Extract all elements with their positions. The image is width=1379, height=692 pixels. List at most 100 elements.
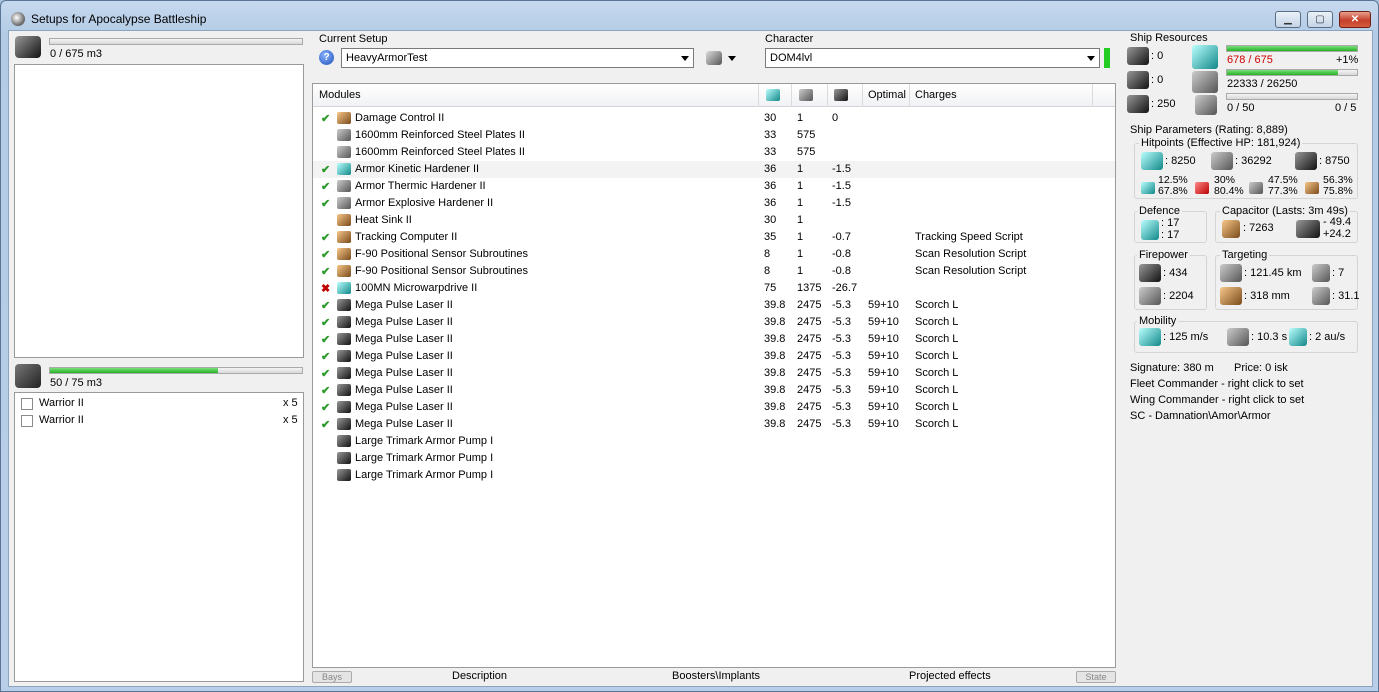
module-optimal: 59+10 (868, 316, 899, 328)
active-check-icon[interactable]: ✔ (321, 180, 330, 193)
active-check-icon[interactable]: ✔ (321, 384, 330, 397)
module-powergrid: 1 (797, 197, 804, 209)
module-row[interactable]: ✔ Mega Pulse Laser II 39.8 2475 -5.3 59+10 Sco… (313, 314, 1115, 331)
active-check-icon[interactable]: ✔ (321, 401, 330, 414)
modules-header: Modules Optimal Charges (313, 84, 1115, 107)
drone-bay-capacity: 50 / 75 m3 (50, 377, 102, 389)
wing-commander[interactable]: Wing Commander - right click to set (1130, 394, 1304, 406)
defence-group: Defence : 17 : 17 (1134, 205, 1207, 243)
module-powergrid: 575 (797, 129, 816, 141)
col-modules[interactable]: Modules (319, 89, 361, 101)
active-check-icon[interactable]: ✔ (321, 418, 330, 431)
drone-damage-icon (1139, 287, 1161, 305)
module-row[interactable]: ✔ F-90 Positional Sensor Subroutines 8 1 -0.… (313, 246, 1115, 263)
warp-speed: : 2 au/s (1289, 328, 1345, 346)
active-check-icon[interactable]: ✔ (321, 265, 330, 278)
module-cpu: 39.8 (764, 367, 786, 379)
module-capacitor: -5.3 (832, 333, 851, 345)
module-icon (337, 163, 351, 175)
em-resist: 12.5% 67.8% (1158, 175, 1188, 197)
cargo-capacity: 0 / 675 m3 (50, 48, 102, 60)
module-row[interactable]: ✔ Mega Pulse Laser II 39.8 2475 -5.3 59+10 Sco… (313, 331, 1115, 348)
col-charges[interactable]: Charges (915, 89, 957, 101)
module-row[interactable]: ✔ Armor Explosive Hardener II 36 1 -1.5 (313, 195, 1115, 212)
active-check-icon[interactable]: ✔ (321, 316, 330, 329)
module-powergrid: 1 (797, 112, 804, 124)
module-powergrid: 1375 (797, 282, 822, 294)
active-check-icon[interactable]: ✔ (321, 197, 330, 210)
character-select[interactable]: DOM4lvl (765, 48, 1100, 68)
cargo-list[interactable] (14, 64, 304, 358)
active-check-icon[interactable]: ✔ (321, 163, 330, 176)
module-row[interactable]: 1600mm Reinforced Steel Plates II 33 575 (313, 127, 1115, 144)
active-check-icon[interactable]: ✔ (321, 248, 330, 261)
capacitor-icon[interactable] (834, 89, 848, 101)
offline-x-icon[interactable]: ✖ (321, 282, 330, 295)
launcher-slots-value: : 0 (1151, 73, 1164, 86)
ship-menu-icon[interactable] (706, 51, 722, 65)
explosive-resist-icon (1305, 182, 1319, 194)
module-name: Armor Explosive Hardener II (355, 197, 494, 209)
active-check-icon[interactable]: ✔ (321, 231, 330, 244)
module-row[interactable]: Large Trimark Armor Pump I (313, 467, 1115, 484)
drone-list[interactable]: Warrior II x 5 Warrior II x 5 (14, 392, 304, 682)
chevron-down-icon[interactable] (728, 56, 736, 61)
maximize-button[interactable]: ▢ (1307, 11, 1333, 28)
module-row[interactable]: ✔ Tracking Computer II 35 1 -0.7 Tracking Spe… (313, 229, 1115, 246)
defence-top: : 17 (1161, 217, 1180, 229)
close-button[interactable]: ✕ (1339, 11, 1371, 28)
module-name: 1600mm Reinforced Steel Plates II (355, 146, 525, 158)
module-row[interactable]: ✔ Armor Thermic Hardener II 36 1 -1.5 (313, 178, 1115, 195)
bays-button[interactable]: Bays (312, 671, 352, 683)
active-check-icon[interactable]: ✔ (321, 112, 330, 125)
module-row[interactable]: ✔ Mega Pulse Laser II 39.8 2475 -5.3 59+10 Sco… (313, 382, 1115, 399)
state-button[interactable]: State (1076, 671, 1116, 683)
module-row[interactable]: ✔ Mega Pulse Laser II 39.8 2475 -5.3 59+10 Sco… (313, 365, 1115, 382)
max-targets-value: : 7 (1332, 266, 1345, 279)
drone-checkbox[interactable] (21, 415, 33, 427)
active-check-icon[interactable]: ✔ (321, 350, 330, 363)
powergrid-bar (1226, 69, 1358, 76)
setup-select[interactable]: HeavyArmorTest (341, 48, 694, 68)
shield-value: : 8250 (1165, 154, 1196, 167)
module-row[interactable]: ✔ Mega Pulse Laser II 39.8 2475 -5.3 59+10 Sco… (313, 348, 1115, 365)
col-optimal[interactable]: Optimal (868, 89, 906, 101)
module-row[interactable]: 1600mm Reinforced Steel Plates II 33 575 (313, 144, 1115, 161)
module-name: Mega Pulse Laser II (355, 384, 453, 396)
modules-grid[interactable]: Modules Optimal Charges ✔ Damage Control … (312, 83, 1116, 668)
window-title: Setups for Apocalypse Battleship (31, 12, 207, 26)
cpu-percent: +1% (1336, 54, 1359, 66)
module-row[interactable]: Large Trimark Armor Pump I (313, 433, 1115, 450)
module-row[interactable]: ✔ Armor Kinetic Hardener II 36 1 -1.5 (313, 161, 1115, 178)
module-row[interactable]: ✔ Mega Pulse Laser II 39.8 2475 -5.3 59+10 Sco… (313, 297, 1115, 314)
module-powergrid: 1 (797, 180, 804, 192)
module-icon (337, 452, 351, 464)
powergrid-icon[interactable] (799, 89, 813, 101)
cpu-icon[interactable] (766, 89, 780, 101)
module-row[interactable]: Heat Sink II 30 1 (313, 212, 1115, 229)
active-check-icon[interactable]: ✔ (321, 299, 330, 312)
module-cpu: 35 (764, 231, 777, 243)
tab-projected-effects[interactable]: Projected effects (909, 670, 991, 682)
active-check-icon[interactable]: ✔ (321, 333, 330, 346)
minimize-button[interactable]: ▁ (1275, 11, 1301, 28)
module-row[interactable]: ✔ Mega Pulse Laser II 39.8 2475 -5.3 59+10 Sco… (313, 416, 1115, 433)
help-icon[interactable]: ? (319, 50, 334, 65)
module-cpu: 75 (764, 282, 777, 294)
tab-boosters-implants[interactable]: Boosters\Implants (672, 670, 760, 682)
tab-description[interactable]: Description (452, 670, 507, 682)
fleet-commander[interactable]: Fleet Commander - right click to set (1130, 378, 1304, 390)
module-charges: Scorch L (915, 401, 959, 413)
squad-commander[interactable]: SC - Damnation\Amor\Armor (1130, 410, 1271, 422)
module-row[interactable]: Large Trimark Armor Pump I (313, 450, 1115, 467)
velocity-icon (1139, 328, 1161, 346)
capacitor-delta-bottom: +24.2 (1323, 228, 1351, 240)
module-row[interactable]: ✔ F-90 Positional Sensor Subroutines 8 1 -0.… (313, 263, 1115, 280)
drone-checkbox[interactable] (21, 398, 33, 410)
module-row[interactable]: ✔ Mega Pulse Laser II 39.8 2475 -5.3 59+10 Sco… (313, 399, 1115, 416)
max-targets: : 7 (1312, 264, 1344, 282)
active-check-icon[interactable]: ✔ (321, 367, 330, 380)
module-row[interactable]: ✔ Damage Control II 30 1 0 (313, 110, 1115, 127)
module-cpu: 36 (764, 180, 777, 192)
module-row[interactable]: ✖ 100MN Microwarpdrive II 75 1375 -26.7 (313, 280, 1115, 297)
